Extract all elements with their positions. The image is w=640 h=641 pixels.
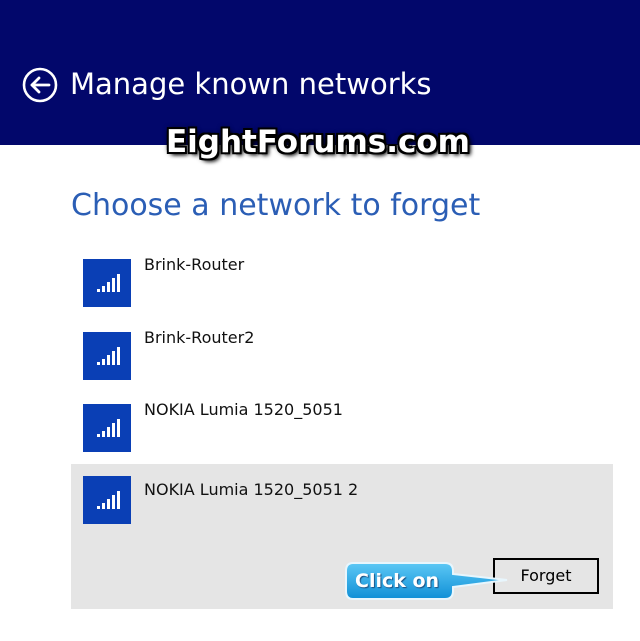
network-tile: [83, 332, 131, 380]
network-item-brink-router2[interactable]: Brink-Router2: [71, 328, 613, 398]
wifi-signal-icon: [97, 347, 120, 365]
network-name: Brink-Router2: [144, 328, 255, 347]
network-item-brink-router[interactable]: Brink-Router: [71, 255, 613, 325]
network-tile: [83, 404, 131, 452]
network-name: Brink-Router: [144, 255, 245, 274]
section-heading: Choose a network to forget: [71, 188, 481, 223]
network-tile: [83, 476, 131, 524]
arrow-back-circle-icon: [22, 67, 58, 103]
watermark-logo: EightForums.com: [166, 124, 470, 160]
network-name: NOKIA Lumia 1520_5051 2: [144, 480, 359, 499]
network-item-nokia-lumia[interactable]: NOKIA Lumia 1520_5051: [71, 400, 613, 470]
wifi-signal-icon: [97, 274, 120, 292]
click-on-callout: Click on: [345, 561, 510, 601]
back-button[interactable]: [22, 67, 58, 103]
page-title: Manage known networks: [70, 67, 432, 101]
wifi-signal-icon: [97, 491, 120, 509]
wifi-signal-icon: [97, 419, 120, 437]
network-name: NOKIA Lumia 1520_5051: [144, 400, 343, 419]
network-tile: [83, 259, 131, 307]
callout-label: Click on: [355, 570, 440, 592]
